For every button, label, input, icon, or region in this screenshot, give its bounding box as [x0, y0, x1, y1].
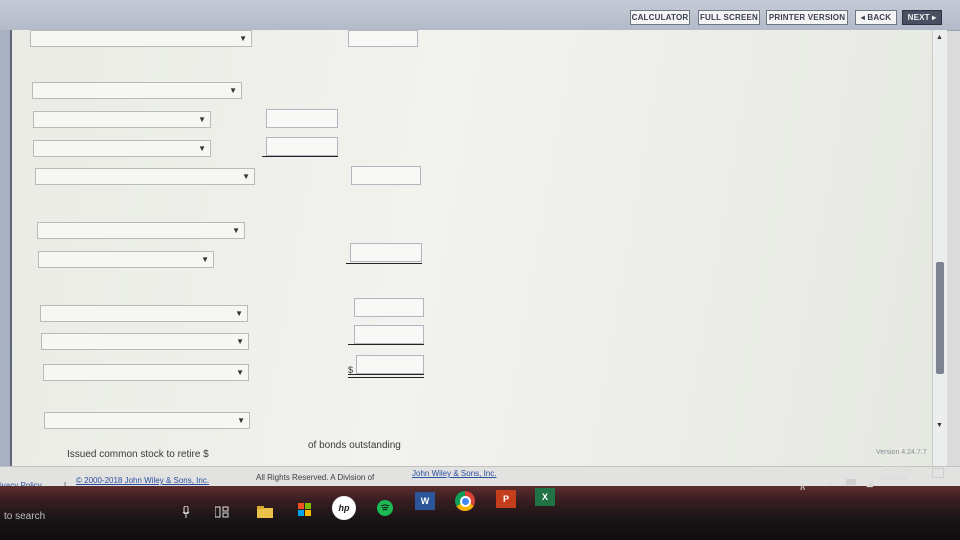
powerpoint-icon[interactable]: P [496, 490, 516, 508]
back-button[interactable]: ◂ BACK [855, 10, 897, 25]
version-label: Version 4.24.7.7 [876, 449, 927, 456]
bonds-outstanding-label: of bonds outstanding [308, 440, 401, 451]
account-dropdown-4[interactable]: ▼ [33, 140, 211, 157]
account-dropdown-5[interactable]: ▼ [35, 168, 255, 185]
total-double-underline-bottom [348, 377, 424, 378]
account-dropdown-2[interactable]: ▼ [32, 82, 242, 99]
account-dropdown-6[interactable]: ▼ [37, 222, 245, 239]
account-dropdown-1[interactable]: ▼ [30, 30, 252, 47]
subtotal-underline-2 [346, 263, 422, 264]
footer: ivacy Policy | © 2000-2018 John Wiley & … [0, 466, 960, 490]
scroll-up-arrow-icon[interactable]: ▲ [936, 34, 943, 41]
full-screen-button[interactable]: FULL SCREEN [698, 10, 760, 25]
chevron-up-icon[interactable]: ^ [828, 480, 832, 490]
amount-input-7[interactable] [354, 325, 424, 344]
amount-input-4[interactable] [351, 166, 421, 185]
microphone-icon[interactable] [177, 504, 195, 520]
notifications-icon[interactable] [932, 468, 944, 478]
taskbar: to search hp W P X ጰ ^ ◢ 7:19 PM 8/17/20… [0, 466, 960, 540]
vertical-scrollbar[interactable]: ▲ ▼ [932, 30, 947, 466]
toolbar: CALCULATOR FULL SCREEN PRINTER VERSION ◂… [0, 0, 960, 31]
store-icon[interactable] [296, 502, 314, 518]
amount-input-2[interactable] [266, 109, 338, 128]
account-dropdown-11[interactable]: ▼ [44, 412, 250, 429]
next-button[interactable]: NEXT ▸ [902, 10, 942, 25]
account-dropdown-7[interactable]: ▼ [38, 251, 214, 268]
hp-icon[interactable]: hp [332, 496, 356, 520]
task-view-icon[interactable] [213, 504, 231, 520]
amount-input-3[interactable] [266, 137, 338, 156]
scroll-down-arrow-icon[interactable]: ▼ [936, 422, 943, 429]
scroll-thumb[interactable] [936, 262, 944, 374]
clock-time[interactable]: 7:19 PM [884, 466, 910, 473]
rights-text: All Rights Reserved. A Division of [256, 473, 375, 482]
taskbar-search-box[interactable]: to search [4, 511, 45, 522]
wifi-icon[interactable]: ◢ [866, 478, 873, 489]
left-edge-bar [0, 30, 12, 466]
account-dropdown-9[interactable]: ▼ [41, 333, 249, 350]
word-icon[interactable]: W [415, 492, 435, 510]
battery-icon[interactable] [846, 479, 856, 485]
subtotal-underline-1 [262, 156, 338, 157]
spotify-icon[interactable] [377, 500, 393, 516]
copyright-link[interactable]: © 2000-2018 John Wiley & Sons, Inc. [76, 476, 209, 485]
printer-version-button[interactable]: PRINTER VERSION [766, 10, 848, 25]
clock-date[interactable]: 8/17/2018 [880, 476, 907, 482]
people-icon[interactable]: ጰ [800, 482, 805, 493]
calculator-button[interactable]: CALCULATOR [630, 10, 690, 25]
account-dropdown-10[interactable]: ▼ [43, 364, 249, 381]
excel-icon[interactable]: X [535, 488, 555, 506]
subtotal-underline-3 [348, 344, 424, 345]
company-link[interactable]: John Wiley & Sons, Inc. [412, 469, 496, 478]
chrome-icon[interactable] [455, 491, 475, 511]
total-double-underline-top [348, 374, 424, 375]
amount-input-1[interactable] [348, 30, 418, 47]
total-amount-input[interactable] [356, 355, 424, 374]
account-dropdown-3[interactable]: ▼ [33, 111, 211, 128]
chrome-center [459, 495, 471, 507]
issued-stock-label: Issued common stock to retire $ [67, 449, 209, 460]
amount-input-6[interactable] [354, 298, 424, 317]
file-explorer-icon[interactable] [256, 504, 274, 520]
amount-input-5[interactable] [350, 243, 422, 262]
account-dropdown-8[interactable]: ▼ [40, 305, 248, 322]
